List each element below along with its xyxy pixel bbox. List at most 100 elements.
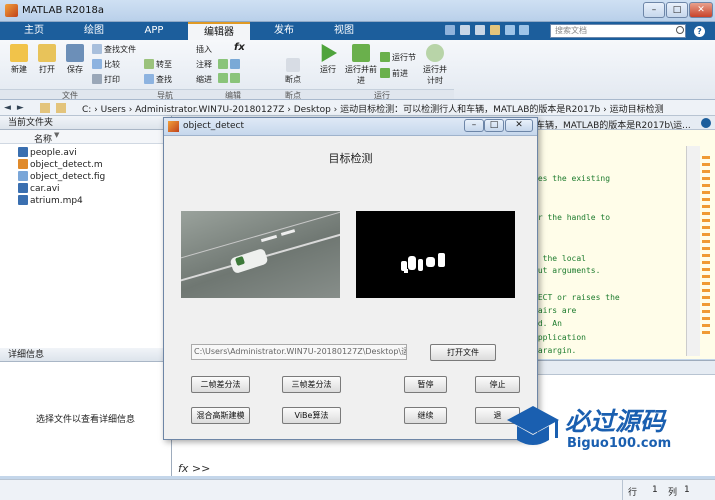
copy-icon[interactable]: [474, 25, 485, 35]
name-column-header[interactable]: 名称 ▼: [0, 130, 171, 145]
tab-plots[interactable]: 绘图: [68, 22, 120, 40]
file-name: people.avi: [30, 148, 77, 158]
wrap-icon[interactable]: [230, 59, 240, 69]
window-title: MATLAB R2018a: [22, 5, 105, 16]
run-section-button[interactable]: 运行节: [380, 52, 416, 63]
file-item[interactable]: people.avi: [18, 147, 77, 158]
stop-button[interactable]: 停止: [475, 376, 520, 393]
code-line[interactable]: varargin.: [533, 346, 576, 355]
run-button[interactable]: 运行: [314, 44, 342, 75]
advance-button[interactable]: 前进: [380, 68, 408, 79]
search-icon[interactable]: [676, 26, 684, 34]
file-item[interactable]: car.avi: [18, 183, 60, 194]
help-icon[interactable]: ?: [694, 26, 705, 37]
save-icon: [66, 44, 84, 62]
goto-button[interactable]: 转至: [144, 59, 172, 70]
percent-icon[interactable]: [218, 59, 228, 69]
browse-folder-icon[interactable]: [56, 103, 66, 113]
current-folder-header: 当前文件夹: [0, 116, 171, 130]
video-path-field[interactable]: C:\Users\Administrator.WIN7U-20180127Z\D…: [191, 344, 407, 360]
dialog-title-bar: object_detect – □ ✕: [164, 118, 537, 136]
editor-scrollbar[interactable]: [686, 146, 700, 356]
dialog-maximize-button[interactable]: □: [484, 119, 504, 132]
run-advance-button[interactable]: 运行并前进: [344, 44, 378, 86]
new-button[interactable]: 新建: [6, 44, 32, 75]
pause-button[interactable]: 暂停: [404, 376, 447, 393]
dialog-close-button[interactable]: ✕: [505, 119, 533, 132]
code-line[interactable]: out arguments.: [533, 266, 600, 275]
comment-button[interactable]: 注释: [196, 59, 212, 70]
indent-right-icon[interactable]: [230, 73, 240, 83]
up-folder-icon[interactable]: [40, 103, 50, 113]
run-icon: [321, 44, 337, 62]
close-button[interactable]: ✕: [689, 2, 713, 18]
tab-view[interactable]: 视图: [318, 22, 370, 40]
editor-options-icon[interactable]: [701, 118, 711, 128]
tab-publish[interactable]: 发布: [258, 22, 310, 40]
command-prompt[interactable]: fx >>: [178, 462, 210, 475]
search-input[interactable]: 搜索文档: [550, 24, 686, 38]
maximize-button[interactable]: □: [666, 2, 688, 18]
foreground-mask-frame: [356, 211, 515, 298]
fx-button[interactable]: fx: [234, 42, 245, 53]
breakpoint-button[interactable]: 断点: [280, 58, 306, 85]
cut-icon[interactable]: [459, 25, 470, 35]
insert-button[interactable]: 插入: [196, 44, 212, 55]
section-file: 文件: [0, 89, 140, 100]
vibe-button[interactable]: ViBe算法: [282, 407, 341, 424]
save-icon[interactable]: [445, 25, 455, 35]
minimize-button[interactable]: –: [643, 2, 665, 18]
name-column-label: 名称: [34, 135, 53, 145]
save-button[interactable]: 保存: [62, 44, 88, 75]
watermark-title: 必过源码: [565, 407, 666, 436]
code-line[interactable]: JECT or raises the: [533, 293, 620, 302]
compare-button[interactable]: 比较: [92, 59, 120, 70]
dialog-heading: 目标检测: [328, 152, 373, 165]
code-line[interactable]: ses the existing: [533, 174, 610, 183]
original-video-frame: [181, 211, 340, 298]
gmm-button[interactable]: 混合高斯建模: [191, 407, 250, 424]
current-path[interactable]: C: › Users › Administrator.WIN7U-2018012…: [82, 102, 664, 115]
title-bar: MATLAB R2018a – □ ✕: [0, 0, 715, 22]
redo-icon[interactable]: [519, 25, 530, 35]
file-item[interactable]: object_detect.fig: [18, 171, 105, 182]
find-file-icon: [92, 44, 102, 54]
code-line[interactable]: pairs are: [533, 306, 576, 315]
video-file-icon: [18, 195, 28, 205]
editor-tab-title[interactable]: 车辆，MATLAB的版本是R2017b\运...: [536, 118, 691, 131]
stopwatch-icon: [426, 44, 444, 62]
open-button[interactable]: 打开: [34, 44, 60, 75]
matlab-logo-icon: [5, 4, 18, 17]
figure-icon: [168, 121, 179, 132]
tab-apps[interactable]: APP: [128, 22, 180, 40]
section-run: 运行: [310, 89, 454, 100]
nav-arrows-icon[interactable]: ◄►: [4, 103, 30, 113]
file-item[interactable]: object_detect.m: [18, 159, 103, 170]
section-edit: 编辑: [190, 89, 276, 100]
print-button[interactable]: 打印: [92, 74, 120, 85]
undo-icon[interactable]: [504, 25, 515, 35]
run-and-time-button[interactable]: 运行并计时: [420, 44, 450, 86]
find-button[interactable]: 查找: [144, 74, 172, 85]
indent-button[interactable]: 缩进: [196, 74, 212, 85]
details-header: 详细信息: [0, 348, 171, 362]
tab-home[interactable]: 主页: [8, 22, 60, 40]
figure-file-icon: [18, 171, 28, 181]
find-file-button[interactable]: 查找文件: [92, 44, 136, 55]
code-line[interactable]: application: [533, 333, 586, 342]
two-frame-diff-button[interactable]: 二帧差分法: [191, 376, 250, 393]
continue-button[interactable]: 继续: [404, 407, 447, 424]
advance-icon: [380, 68, 390, 78]
open-file-button[interactable]: 打开文件: [430, 344, 496, 361]
file-item[interactable]: atrium.mp4: [18, 195, 83, 206]
edit-tools-icons: [218, 59, 258, 85]
code-line[interactable]: or the handle to: [533, 213, 610, 222]
tab-editor[interactable]: 编辑器: [188, 22, 250, 40]
indent-left-icon[interactable]: [218, 73, 228, 83]
three-frame-diff-button[interactable]: 三帧差分法: [282, 376, 341, 393]
dialog-minimize-button[interactable]: –: [464, 119, 484, 132]
paste-icon[interactable]: [489, 25, 500, 35]
col-label: 列: [668, 488, 678, 498]
code-line[interactable]: s the local: [533, 254, 586, 263]
section-breakpoint: 断点: [276, 89, 310, 100]
